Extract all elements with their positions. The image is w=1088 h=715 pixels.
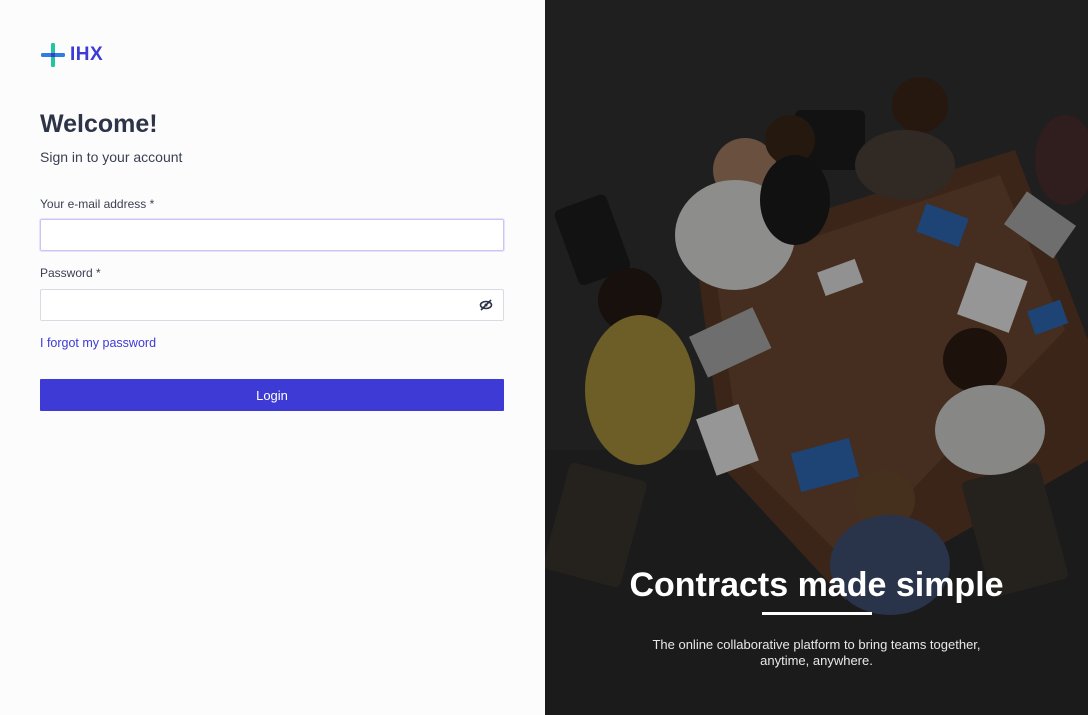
login-panel: IHX Welcome! Sign in to your account You… [0, 0, 545, 715]
hero-panel: Contracts made simple The online collabo… [545, 0, 1088, 715]
hero-description: The online collaborative platform to bri… [652, 637, 981, 668]
forgot-password-link[interactable]: I forgot my password [40, 336, 156, 350]
hero-divider [762, 612, 872, 615]
email-label: Your e-mail address * [40, 197, 155, 211]
page-subtitle: Sign in to your account [40, 149, 183, 165]
password-field[interactable] [40, 289, 504, 321]
cross-plus-icon [40, 42, 66, 68]
brand-logo: IHX [40, 42, 103, 68]
photo-overlay [545, 0, 1088, 715]
brand-name: IHX [70, 44, 104, 65]
hero-title: Contracts made simple [629, 566, 1004, 604]
email-field[interactable] [40, 219, 504, 251]
password-label: Password * [40, 266, 101, 280]
page-title: Welcome! [40, 110, 158, 138]
login-page: IHX Welcome! Sign in to your account You… [0, 0, 1088, 715]
login-button[interactable]: Login [40, 379, 504, 411]
eye-slash-icon[interactable] [478, 297, 494, 313]
